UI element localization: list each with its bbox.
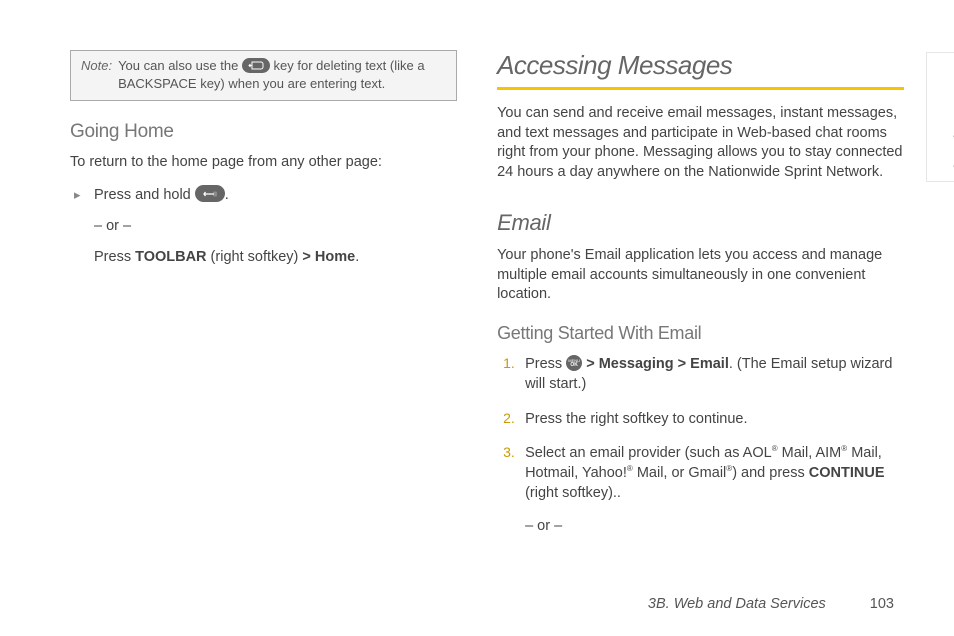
step3-f: (right softkey).. [525, 485, 621, 501]
back-key-icon [195, 185, 225, 202]
list-item: Press and hold . [94, 185, 457, 206]
press-toolbar-line: Press TOOLBAR (right softkey) > Home. [70, 247, 457, 269]
note-text-prefix: You can also use the [118, 58, 242, 73]
going-home-heading: Going Home [70, 121, 457, 143]
getting-started-heading: Getting Started With Email [497, 323, 904, 344]
note-box: Note: You can also use the key for delet… [70, 50, 457, 101]
email-bold: Email [690, 356, 729, 372]
home-bold: Home [311, 249, 355, 265]
email-heading: Email [497, 210, 904, 236]
list-item: Press the right softkey to continue. [525, 409, 904, 429]
accessing-messages-heading: Accessing Messages [497, 50, 904, 81]
step3-e: ) and press [732, 465, 809, 481]
page-number: 103 [870, 596, 894, 612]
gt-symbol: > [302, 249, 310, 265]
footer-section: 3B. Web and Data Services [648, 596, 826, 612]
side-tab [926, 52, 954, 182]
page-footer: 3B. Web and Data Services 103 [648, 596, 894, 612]
step3-b: Mail, AIM [778, 445, 842, 461]
note-body: You can also use the key for deleting te… [118, 57, 446, 92]
gt-2: > [674, 356, 691, 372]
note-label: Note: [81, 57, 112, 92]
toolbar-bold: TOOLBAR [135, 249, 206, 265]
step3-or: – or – [525, 516, 904, 536]
list-item: Select an email provider (such as AOL® M… [525, 443, 904, 536]
or-text: – or – [70, 216, 457, 238]
email-intro: Your phone's Email application lets you … [497, 246, 904, 305]
step3-d: Mail, or Gmail [633, 465, 726, 481]
press-word: Press [94, 249, 135, 265]
press-hold-suffix: . [225, 187, 229, 203]
continue-bold: CONTINUE [809, 465, 885, 481]
softkey-text: (right softkey) [207, 249, 303, 265]
period: . [355, 249, 359, 265]
step3-a: Select an email provider (such as AOL [525, 445, 772, 461]
list-item: Press MENUOK > Messaging > Email. (The E… [525, 354, 904, 395]
step1-press: Press [525, 356, 566, 372]
press-hold-prefix: Press and hold [94, 187, 195, 203]
section-underline [497, 87, 904, 90]
gt-1: > [586, 356, 599, 372]
delete-arrow-key-icon [242, 58, 270, 73]
menu-ok-key-icon: MENUOK [566, 355, 582, 371]
messages-intro: You can send and receive email messages,… [497, 104, 904, 182]
messaging-bold: Messaging [599, 356, 674, 372]
going-home-intro: To return to the home page from any othe… [70, 153, 457, 173]
